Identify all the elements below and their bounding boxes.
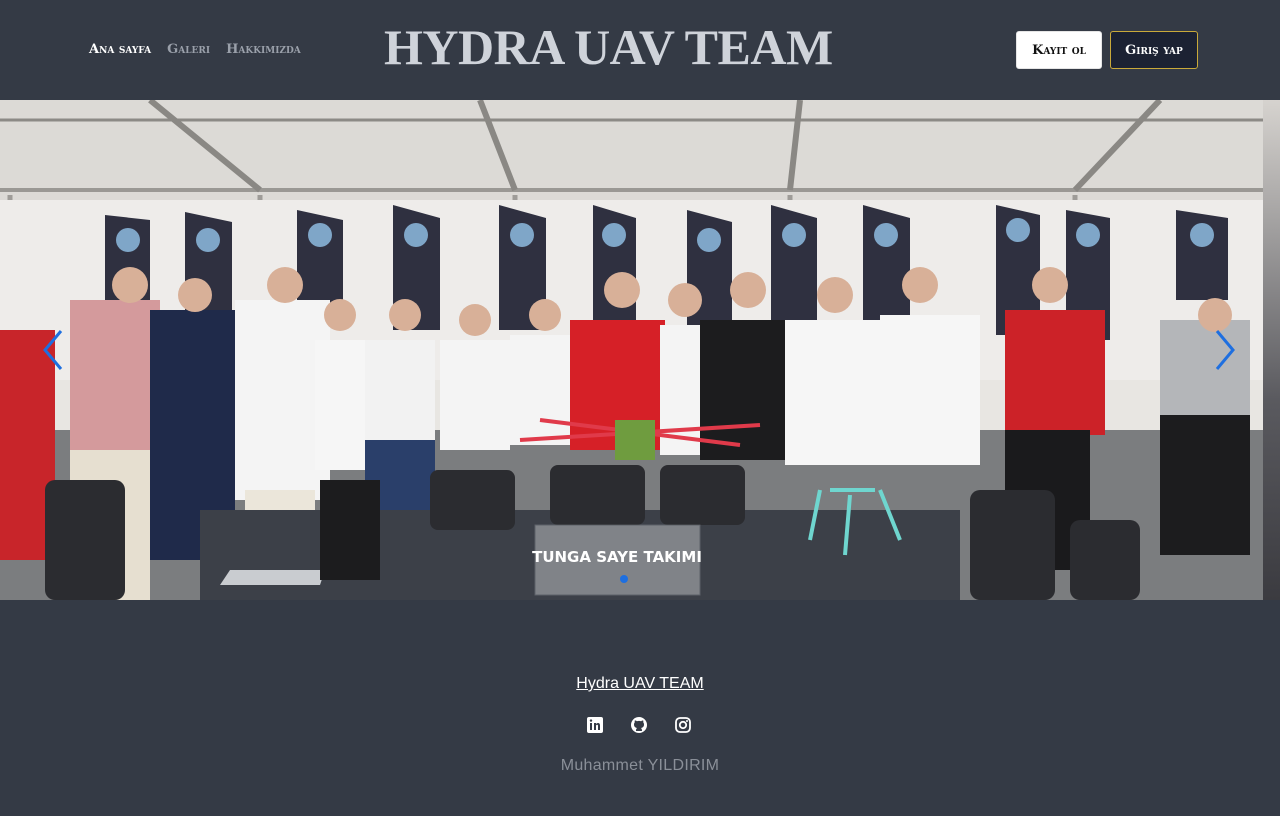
carousel-indicator[interactable] [620,575,628,583]
footer-credit: Muhammet YILDIRIM [560,757,720,774]
site-title: HYDRA UAV TEAM [384,19,833,75]
chevron-left-icon[interactable] [35,325,75,375]
photo-carousel: TUNGA SAYE TAKIMI [0,100,1280,600]
nav-about[interactable]: Hakkımızda [226,42,301,57]
team-photo: TUNGA SAYE TAKIMI [0,100,1263,600]
main-nav: Ana sayfa Galeri Hakkımızda [89,42,301,57]
instagram-icon[interactable] [674,716,692,734]
linkedin-icon[interactable] [586,716,604,734]
register-button[interactable]: Kayıt ol [1016,31,1102,69]
github-icon[interactable] [630,716,648,734]
footer-team-link[interactable]: Hydra UAV TEAM [0,675,1280,693]
nav-home[interactable]: Ana sayfa [89,42,151,57]
nav-gallery[interactable]: Galeri [167,42,210,57]
top-navbar: Ana sayfa Galeri Hakkımızda HYDRA UAV TE… [0,0,1280,100]
next-slide-peek [1263,100,1280,600]
chevron-right-icon[interactable] [1205,325,1245,375]
social-links [586,716,692,734]
login-button[interactable]: Giriş yap [1110,31,1198,69]
slide-sign-text: TUNGA SAYE TAKIMI [532,548,702,566]
